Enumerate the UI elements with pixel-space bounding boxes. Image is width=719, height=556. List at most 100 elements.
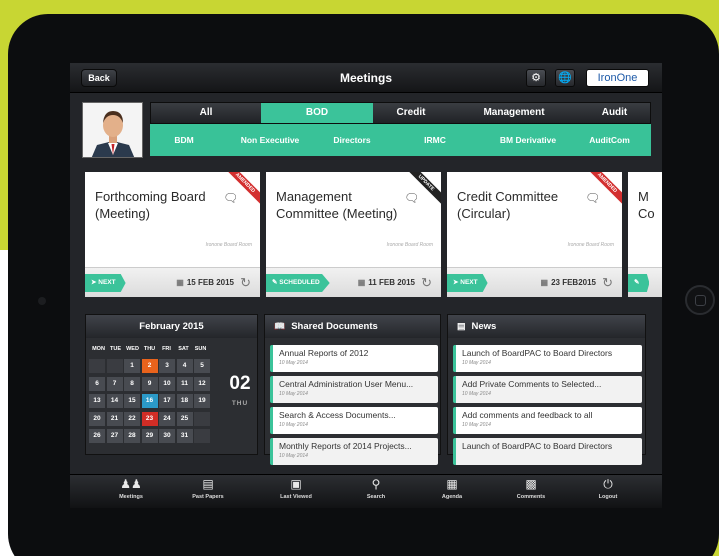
list-item[interactable]: Annual Reports of 2012 10 May 2014	[270, 345, 438, 372]
status-badge[interactable]: ➤ NEXT	[447, 274, 488, 292]
status-badge[interactable]: ✎ SCHEDULED	[266, 274, 330, 292]
home-button[interactable]	[685, 285, 715, 315]
refresh-icon[interactable]: ↻	[240, 268, 251, 297]
comments-icon: ▩	[525, 477, 537, 491]
ribbon-label: UPDATE	[403, 172, 441, 208]
calendar-day[interactable]: 28	[124, 429, 140, 443]
calendar-icon: ▦	[540, 278, 549, 287]
card-footer: ✎	[628, 267, 662, 297]
dock-last-viewed[interactable]: ▣ Last Viewed	[271, 477, 321, 500]
dock-agenda[interactable]: ▦ Agenda	[427, 477, 477, 500]
meeting-card[interactable]: Forthcoming Board (Meeting) 🗨 AMENDED Ir…	[85, 172, 260, 297]
app-screen: Back Meetings ⚙ 🌐 IronOne All BOD Credit…	[70, 63, 662, 508]
list-item[interactable]: Central Administration User Menu... 10 Ma…	[270, 376, 438, 403]
meeting-title: M Co	[638, 189, 655, 221]
selected-weekday: THU	[231, 400, 249, 407]
gear-icon[interactable]: ⚙	[526, 69, 546, 87]
ribbon-label: AMENDED	[222, 172, 260, 208]
avatar[interactable]	[82, 102, 143, 158]
calendar-day[interactable]: 9	[141, 376, 158, 391]
calendar-day[interactable]: 8	[124, 376, 140, 391]
refresh-icon[interactable]: ↻	[602, 268, 613, 297]
calendar-day[interactable]: 6	[89, 376, 105, 391]
search-icon: ⚲	[371, 477, 381, 491]
meeting-date: ▦ 23 FEB2015	[540, 278, 596, 287]
subtab-non-executive[interactable]: Non Executive	[218, 124, 322, 156]
calendar-day[interactable]: 4	[176, 359, 193, 373]
calendar-day[interactable]: 11	[176, 376, 193, 391]
subtab-auditcom[interactable]: AuditCom	[568, 124, 651, 156]
calendar-day[interactable]: 29	[141, 429, 158, 443]
list-item[interactable]: Launch of BoardPAC to Board Directors	[453, 438, 642, 465]
calendar-day[interactable]: 15	[124, 394, 140, 408]
calendar-day[interactable]: 1	[124, 359, 140, 373]
list-item[interactable]: Add comments and feedback to all 10 May 2…	[453, 407, 642, 434]
news-panel: ▤ News Launch of BoardPAC to Board Direct…	[447, 314, 646, 465]
subtab-bdm[interactable]: BDM	[150, 124, 218, 156]
calendar-day[interactable]: 10	[159, 376, 175, 391]
tab-all[interactable]: All	[151, 103, 261, 123]
tab-credit[interactable]: Credit	[373, 103, 449, 123]
news-icon: ▤	[457, 321, 466, 331]
meeting-date: ▦ 15 FEB 2015	[176, 278, 234, 287]
card-footer: ➤ NEXT ▦ 15 FEB 2015 ↻	[85, 267, 260, 297]
calendar-day[interactable]: 27	[106, 429, 123, 443]
ribbon-label: AMENDED	[584, 172, 622, 208]
subtab-irmc[interactable]: IRMC	[382, 124, 488, 156]
list-item[interactable]: Add Private Comments to Selected... 10 Ma…	[453, 376, 642, 403]
calendar-icon: ▦	[446, 477, 458, 491]
calendar-day[interactable]: 2	[141, 359, 158, 373]
panel-header: 📖 Shared Documents	[265, 315, 440, 338]
dock-logout[interactable]: ⏻ Logout	[583, 477, 633, 500]
calendar-day[interactable]: 19	[194, 394, 210, 408]
calendar-day-empty	[106, 359, 123, 373]
calendar-day[interactable]: 17	[159, 394, 175, 408]
calendar-day[interactable]: 31	[176, 429, 193, 443]
list-item[interactable]: Launch of BoardPAC to Board Directors 10 …	[453, 345, 642, 372]
refresh-icon[interactable]: ↻	[421, 268, 432, 297]
status-badge[interactable]: ➤ NEXT	[85, 274, 126, 292]
calendar-day[interactable]: 22	[124, 411, 140, 426]
calendar-day-empty	[194, 411, 210, 426]
list-item[interactable]: Search & Access Documents... 10 May 2014	[270, 407, 438, 434]
meeting-title: Forthcoming Board (Meeting)	[95, 189, 206, 221]
tab-bod[interactable]: BOD	[261, 103, 373, 123]
calendar-day[interactable]: 23	[141, 411, 158, 426]
calendar-day[interactable]: 30	[159, 429, 175, 443]
calendar-icon: ▦	[176, 278, 184, 287]
dock-comments[interactable]: ▩ Comments	[506, 477, 556, 500]
calendar-day[interactable]: 24	[159, 411, 175, 426]
subtab-bm-derivative[interactable]: BM Derivative	[488, 124, 568, 156]
calendar-day[interactable]: 25	[176, 411, 193, 426]
tab-audit[interactable]: Audit	[579, 103, 650, 123]
meeting-room: Ironone Board Room	[386, 242, 433, 248]
subtab-directors[interactable]: Directors	[322, 124, 382, 156]
calendar-day[interactable]: 21	[106, 411, 123, 426]
calendar-day[interactable]: 18	[176, 394, 193, 408]
meeting-date: ▦ 11 FEB 2015	[357, 278, 415, 287]
weekday-header: MON TUE WED THU FRI SAT SUN	[92, 346, 207, 352]
calendar-day[interactable]: 16	[141, 394, 158, 408]
calendar-day[interactable]: 26	[89, 429, 105, 443]
meeting-card[interactable]: Management Committee (Meeting) 🗨 UPDATE …	[266, 172, 441, 297]
dock-search[interactable]: ⚲ Search	[351, 477, 401, 500]
meeting-room: Ironone Board Room	[567, 242, 614, 248]
calendar-day[interactable]: 3	[159, 359, 175, 373]
calendar-day[interactable]: 13	[89, 394, 105, 408]
dock-meetings[interactable]: ♟♟ Meetings	[106, 477, 156, 500]
tab-management[interactable]: Management	[449, 103, 579, 123]
calendar-day[interactable]: 20	[89, 411, 105, 426]
list-item[interactable]: Monthly Reports of 2014 Projects... 10 Ma…	[270, 438, 438, 465]
calendar-day[interactable]: 12	[194, 376, 210, 391]
dock-past-papers[interactable]: ▤ Past Papers	[183, 477, 233, 500]
calendar-day[interactable]: 5	[194, 359, 210, 373]
status-badge[interactable]: ✎	[628, 274, 650, 292]
status-ribbon: AMENDED	[222, 172, 260, 210]
calendar-day[interactable]: 14	[106, 394, 123, 408]
meeting-title: Management Committee (Meeting)	[276, 189, 398, 221]
meeting-card-partial[interactable]: M Co ✎	[628, 172, 662, 297]
people-icon: ♟♟	[120, 477, 142, 491]
meeting-card[interactable]: Credit Committee (Circular) 🗨 AMENDED Ir…	[447, 172, 622, 297]
calendar-day[interactable]: 7	[106, 376, 123, 391]
globe-icon[interactable]: 🌐	[555, 69, 575, 87]
